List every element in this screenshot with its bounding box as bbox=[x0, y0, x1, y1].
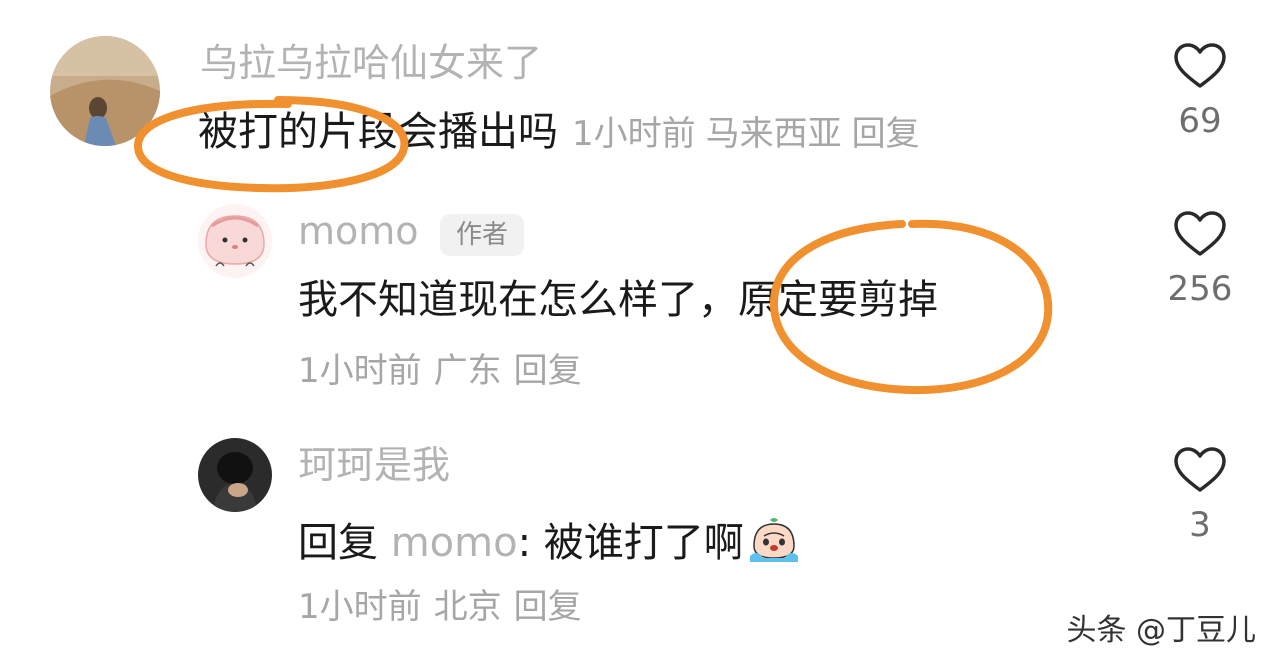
avatar[interactable] bbox=[198, 438, 272, 512]
reply-button[interactable]: 回复 bbox=[514, 351, 582, 391]
comment-text: 回复 momo: 被谁打了啊 bbox=[298, 516, 800, 569]
like-button[interactable]: 69 bbox=[1160, 42, 1240, 138]
comment-time: 1小时前 bbox=[572, 114, 696, 154]
like-count: 3 bbox=[1189, 505, 1211, 545]
avatar[interactable] bbox=[50, 36, 160, 146]
reply-prefix: 回复 bbox=[298, 520, 378, 566]
comment-body: 被打的片段会播出吗 bbox=[198, 109, 558, 155]
comment-meta: 1小时前 北京 回复 bbox=[298, 590, 594, 624]
comment-username[interactable]: 珂珂是我 bbox=[298, 446, 450, 484]
reply-button[interactable]: 回复 bbox=[852, 114, 920, 154]
comment-body: : 被谁打了啊 bbox=[517, 520, 744, 566]
comment-meta: 1小时前 广东 回复 bbox=[298, 354, 594, 388]
reply-button[interactable]: 回复 bbox=[514, 587, 582, 627]
comment-location: 北京 bbox=[433, 587, 502, 627]
comment-username[interactable]: 乌拉乌拉哈仙女来了 bbox=[200, 44, 542, 82]
like-button[interactable]: 256 bbox=[1160, 210, 1240, 306]
heart-icon bbox=[1174, 211, 1226, 256]
comment-body: 我不知道现在怎么样了，原定要剪掉 bbox=[298, 277, 938, 323]
comment-meta: 1小时前 马来西亚 回复 bbox=[572, 114, 930, 154]
author-badge: 作者 bbox=[440, 214, 525, 256]
comment-text: 被打的片段会播出吗 1小时前 马来西亚 回复 bbox=[198, 112, 930, 152]
comment-time: 1小时前 bbox=[298, 587, 422, 627]
comment-location: 马来西亚 bbox=[705, 114, 842, 154]
like-count: 69 bbox=[1178, 101, 1222, 141]
comment-location: 广东 bbox=[433, 351, 502, 391]
like-button[interactable]: 3 bbox=[1160, 446, 1240, 542]
crying-emoji-icon bbox=[748, 516, 800, 569]
watermark: 头条 @丁豆儿 bbox=[1066, 613, 1256, 648]
heart-icon bbox=[1174, 43, 1226, 88]
heart-icon bbox=[1174, 447, 1226, 492]
reply-target-username[interactable]: momo bbox=[391, 520, 518, 566]
comment-username[interactable]: momo bbox=[298, 212, 419, 250]
avatar[interactable] bbox=[198, 204, 272, 278]
comment-time: 1小时前 bbox=[298, 351, 422, 391]
like-count: 256 bbox=[1167, 269, 1233, 309]
